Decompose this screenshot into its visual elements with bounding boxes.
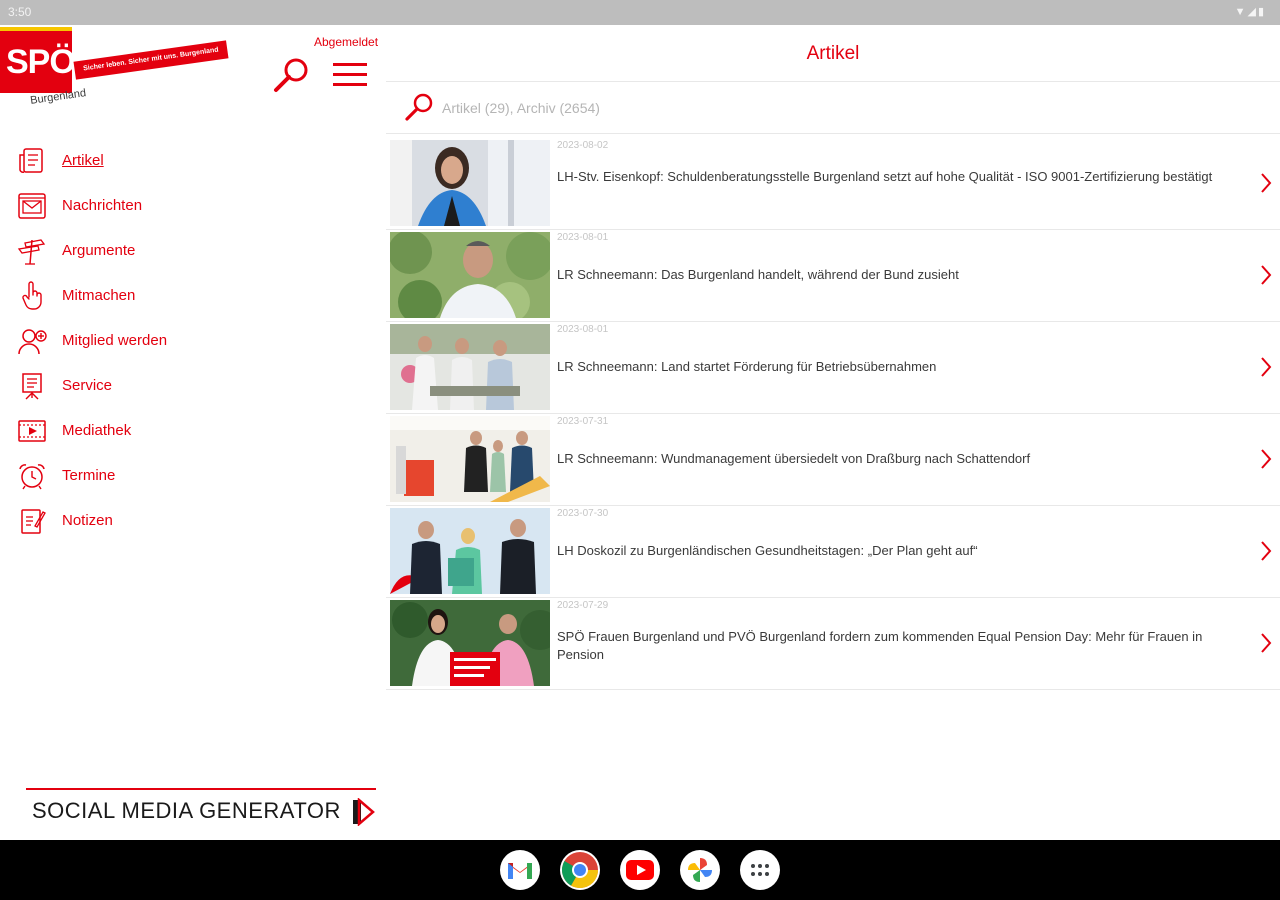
article-title: LH-Stv. Eisenkopf: Schuldenberatungsstel… [557,169,1213,184]
app-drawer[interactable] [740,850,780,890]
sidebar-item-label: Argumente [62,242,136,259]
chevron-right-icon [1260,264,1272,291]
sidebar-item-mediathek[interactable]: Mediathek [16,408,376,453]
article-title: LR Schneemann: Wundmanagement übersiedel… [557,451,1031,466]
chevron-right-icon [1260,632,1272,659]
sidebar-item-mitglied-werden[interactable]: Mitglied werden [16,318,376,363]
sidebar-item-termine[interactable]: Termine [16,453,376,498]
article-search-bar [386,82,1280,134]
sidebar-item-label: Notizen [62,512,113,529]
sidebar-search-button[interactable] [272,57,312,93]
article-row[interactable]: 2023-07-29 SPÖ Frauen Burgenland und PVÖ… [386,598,1280,690]
article-date: 2023-07-31 [557,416,609,427]
hamburger-menu-button[interactable] [332,61,368,89]
pointing-hand-icon [16,280,48,311]
newspaper-icon [16,146,48,176]
article-thumbnail [390,508,550,594]
page-title: Artikel [806,43,860,64]
status-bar: 3:50 ▼◢▮ [0,0,1280,25]
social-media-generator-button[interactable]: SOCIAL MEDIA GENERATOR [26,788,376,828]
sidebar-item-label: Nachrichten [62,197,143,214]
article-date: 2023-07-30 [557,508,609,519]
article-thumbnail [390,140,550,226]
spoe-logo[interactable]: SPÖ Sicher leben. Sicher mit uns. Burgen… [0,27,240,109]
article-thumbnail [390,324,550,410]
article-search-input[interactable] [442,96,1242,120]
status-time: 3:50 [8,5,32,19]
article-title: LH Doskozil zu Burgenländischen Gesundhe… [557,543,978,558]
article-date: 2023-07-29 [557,600,609,611]
gmail-app[interactable] [500,850,540,890]
photos-app[interactable] [680,850,720,890]
login-status[interactable]: Abgemeldet [314,35,378,49]
article-title: LR Schneemann: Das Burgenland handelt, w… [557,267,959,282]
chevron-right-icon [1260,540,1272,567]
article-date: 2023-08-02 [557,140,609,151]
sidebar-item-label: Mediathek [62,422,132,439]
main-header: Artikel [386,25,1280,82]
search-icon [274,58,308,92]
logo-box: SPÖ [0,27,76,93]
presentation-board-icon [16,371,48,401]
article-row[interactable]: 2023-07-31 LR Schneemann: Wundmanagement… [386,414,1280,506]
logo-slogan-banner: Sicher leben. Sicher mit uns. Burgenland [73,40,229,80]
hamburger-icon [333,63,367,86]
envelope-icon [16,191,48,221]
social-media-generator-label: SOCIAL MEDIA GENERATOR [32,798,341,823]
play-arrow-icon [353,797,375,831]
article-thumbnail [390,416,550,502]
sidebar-item-argumente[interactable]: Argumente [16,228,376,273]
alarm-clock-icon [16,461,48,491]
note-pencil-icon [16,506,48,536]
article-row[interactable]: 2023-08-02 LH-Stv. Eisenkopf: Schuldenbe… [386,138,1280,230]
app-drawer-icon [751,864,769,876]
article-row[interactable]: 2023-08-01 LR Schneemann: Das Burgenland… [386,230,1280,322]
chevron-right-icon [1260,356,1272,383]
film-play-icon [16,416,48,446]
logo-text: SPÖ [6,43,76,81]
article-date: 2023-08-01 [557,324,609,335]
gmail-icon [508,863,532,879]
article-row[interactable]: 2023-07-30 LH Doskozil zu Burgenländisch… [386,506,1280,598]
sidebar-item-label: Artikel [62,152,104,169]
sidebar-item-mitmachen[interactable]: Mitmachen [16,273,376,318]
article-thumbnail [390,232,550,318]
sidebar-item-notizen[interactable]: Notizen [16,498,376,543]
sidebar-item-label: Mitmachen [62,287,136,304]
sidebar-item-label: Service [62,377,113,394]
sidebar-nav: Artikel Nachrichten Argumente Mitmachen … [16,138,376,543]
sidebar-item-label: Mitglied werden [62,332,168,349]
add-person-icon [16,326,48,356]
article-list: 2023-08-02 LH-Stv. Eisenkopf: Schuldenbe… [386,138,1280,690]
sidebar-item-artikel[interactable]: Artikel [16,138,376,183]
chrome-icon [561,852,598,889]
youtube-icon [626,860,654,880]
sidebar: SPÖ Sicher leben. Sicher mit uns. Burgen… [0,25,386,840]
chevron-right-icon [1260,448,1272,475]
chevron-right-icon [1260,172,1272,199]
chrome-app[interactable] [560,850,600,890]
sidebar-item-nachrichten[interactable]: Nachrichten [16,183,376,228]
logo-stripe [0,27,72,31]
main-content: Artikel 2023-08-02 LH-Stv. Eisenkopf: Sc… [386,25,1280,840]
article-title: LR Schneemann: Land startet Förderung fü… [557,359,937,374]
photos-icon [688,858,712,882]
status-icons: ▼◢▮ [1234,6,1266,18]
search-icon[interactable] [404,92,436,127]
taskbar [0,840,1280,900]
article-row[interactable]: 2023-08-01 LR Schneemann: Land startet F… [386,322,1280,414]
sidebar-item-label: Termine [62,467,116,484]
app-dock [500,850,780,890]
signpost-icon [16,236,48,266]
sidebar-item-service[interactable]: Service [16,363,376,408]
article-title: SPÖ Frauen Burgenland und PVÖ Burgenland… [557,629,1203,662]
article-date: 2023-08-01 [557,232,609,243]
article-thumbnail [390,600,550,686]
youtube-app[interactable] [620,850,660,890]
